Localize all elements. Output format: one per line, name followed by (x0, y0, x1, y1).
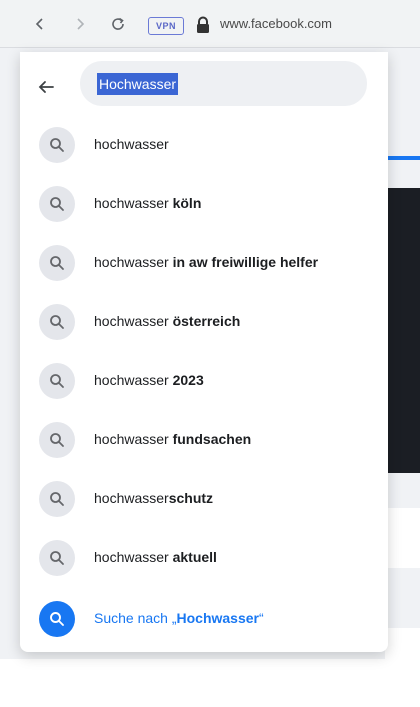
suggestion-item[interactable]: hochwasser (30, 119, 370, 171)
suggestion-item[interactable]: hochwasser 2023 (30, 355, 370, 407)
reload-button[interactable] (106, 12, 130, 36)
search-icon (39, 540, 75, 576)
back-button[interactable] (30, 71, 62, 103)
suggestion-label: hochwasser köln (94, 195, 202, 211)
suggestion-label: hochwasser österreich (94, 313, 241, 329)
suggestion-label: hochwasser aktuell (94, 549, 217, 565)
arrow-left-icon (38, 81, 54, 93)
suggestion-label: hochwasser in aw freiwillige helfer (94, 254, 319, 270)
back-nav-button[interactable] (28, 12, 52, 36)
suggestion-item[interactable]: hochwasserschutz (30, 473, 370, 525)
search-icon (39, 422, 75, 458)
suggestion-item[interactable]: hochwasser aktuell (30, 532, 370, 584)
search-input[interactable]: Hochwasser (97, 73, 179, 95)
suggestion-item[interactable]: hochwasser österreich (30, 296, 370, 348)
chevron-right-icon (77, 18, 85, 30)
suggestion-label: hochwasser (94, 136, 169, 152)
address-bar-url[interactable]: www.facebook.com (220, 16, 332, 31)
browser-toolbar: VPN www.facebook.com (0, 0, 420, 48)
chevron-left-icon (35, 18, 43, 30)
suggestion-item[interactable]: hochwasser köln (30, 178, 370, 230)
suggestion-label: hochwasser 2023 (94, 372, 204, 388)
forward-nav-button[interactable] (68, 12, 92, 36)
suggestion-label: hochwasser fundsachen (94, 431, 252, 447)
search-icon (39, 304, 75, 340)
suggestion-label: hochwasserschutz (94, 490, 214, 506)
search-icon (39, 363, 75, 399)
search-icon (39, 481, 75, 517)
background-nav-indicator (385, 156, 420, 160)
search-for-label: Suche nach „Hochwasser“ (94, 610, 264, 626)
search-for-query-button[interactable]: Suche nach „Hochwasser“ (30, 593, 370, 645)
search-icon (39, 245, 75, 281)
suggestion-item[interactable]: hochwasser fundsachen (30, 414, 370, 466)
background-card (385, 628, 420, 707)
vpn-badge[interactable]: VPN (148, 17, 184, 35)
search-icon (39, 127, 75, 163)
search-icon (39, 601, 75, 637)
background-video-card (385, 188, 420, 473)
reload-icon (112, 17, 124, 30)
lock-icon[interactable] (195, 16, 211, 34)
suggestion-item[interactable]: hochwasser in aw freiwillige helfer (30, 237, 370, 289)
background-card (385, 508, 420, 568)
search-icon (39, 186, 75, 222)
